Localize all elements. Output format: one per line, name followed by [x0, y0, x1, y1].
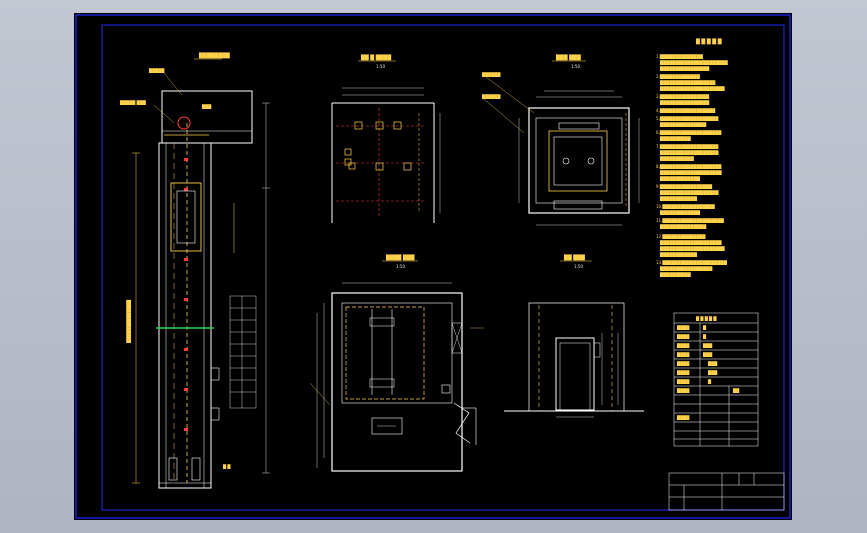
svg-text:████████████: ████████████ [659, 252, 698, 257]
machine-plan-title: ███ ███ [555, 54, 581, 61]
svg-text:█: █ [702, 325, 707, 330]
title-block [668, 472, 785, 511]
notes-title: █ █ █ █ █ [695, 38, 722, 45]
svg-text:████: ████ [676, 352, 690, 357]
svg-text:████: ████ [676, 361, 690, 366]
svg-text:9.█████████████████: 9.█████████████████ [656, 184, 713, 189]
shaft-section-title: ████████ [198, 52, 230, 59]
svg-text:███: ███ [702, 343, 713, 348]
floor-level-table [229, 295, 257, 409]
door-elevation-scale: 1:50 [574, 264, 583, 269]
svg-text:██████████████████: ██████████████████ [659, 80, 716, 85]
svg-text:███████████: ███████████ [659, 156, 695, 161]
svg-text:8.████████████████████: 8.████████████████████ [656, 164, 722, 169]
svg-text:███: ███ [201, 104, 212, 109]
svg-text:7.███████████████████: 7.███████████████████ [656, 144, 719, 149]
svg-text:███: ███ [707, 361, 718, 366]
svg-text:12.██████████████: 12.██████████████ [656, 234, 706, 239]
door-elevation-title: ██ ███ [563, 254, 585, 261]
svg-text:████: ████ [676, 325, 690, 330]
hoistway-plan-scale: 1:50 [396, 264, 405, 269]
svg-text:███████████████: ███████████████ [659, 122, 707, 127]
svg-text:████████████████: ████████████████ [659, 66, 710, 71]
svg-text:13.█████████████████████: 13.█████████████████████ [656, 260, 728, 265]
top-plan-scale: 1:50 [376, 64, 385, 69]
pit-callout: █ █ [222, 464, 231, 469]
svg-text:█████████████████████: █████████████████████ [659, 246, 726, 251]
svg-text:██████████████████████: ██████████████████████ [659, 60, 729, 65]
general-notes: █ █ █ █ █ 1.██████████████ █████████████… [656, 38, 729, 277]
svg-text:█████████████: █████████████ [659, 210, 701, 215]
svg-text:███████████████████: ███████████████████ [659, 190, 719, 195]
svg-text:█ █ █ █ █: █ █ █ █ █ [695, 316, 717, 321]
svg-text:█████████████████: █████████████████ [659, 266, 713, 271]
svg-text:█: █ [702, 334, 707, 339]
svg-text:██████████: ██████████ [659, 136, 692, 141]
svg-text:███: ███ [707, 370, 718, 375]
shaft-section-view: ████████ ██████████████ █████ █████ ███ … [119, 52, 270, 489]
svg-text:██████████: ██████████ [659, 272, 692, 277]
svg-text:████████████████████: ████████████████████ [659, 170, 722, 175]
svg-text:11.████████████████████: 11.████████████████████ [656, 218, 725, 223]
svg-text:██████: ██████ [481, 72, 501, 77]
hoistway-plan-title: ████ ███ [385, 254, 415, 261]
svg-text:███████████████: ███████████████ [659, 224, 707, 229]
controller-callout: █████ ███ [119, 100, 147, 105]
svg-text:██: ██ [732, 388, 740, 393]
svg-text:5.███████████████████: 5.███████████████████ [656, 116, 719, 121]
svg-text:████████████████████: ████████████████████ [659, 240, 722, 245]
svg-text:██████: ██████ [481, 94, 501, 99]
svg-text:███: ███ [702, 352, 713, 357]
svg-text:██████████████: ██████████████ [126, 299, 131, 344]
svg-text:6.████████████████████: 6.████████████████████ [656, 130, 722, 135]
svg-text:████████████████: ████████████████ [659, 100, 710, 105]
svg-text:4.██████████████████: 4.██████████████████ [656, 108, 716, 113]
svg-text:2.█████████████: 2.█████████████ [656, 74, 701, 79]
svg-text:████████████: ████████████ [659, 196, 698, 201]
svg-text:████: ████ [676, 343, 690, 348]
top-plan-view: ██ █ ████ 1:50 [331, 54, 441, 223]
door-elevation-view: ██ ███ 1:50 [504, 254, 644, 418]
svg-text:███████████████████: ███████████████████ [659, 150, 719, 155]
drawing-sheet: ████████ ██████████████ █████ █████ ███ … [74, 13, 792, 520]
cad-drawing: ████████ ██████████████ █████ █████ ███ … [75, 14, 791, 519]
svg-text:████: ████ [676, 370, 690, 375]
svg-text:████: ████ [676, 388, 690, 393]
top-plan-title: ██ █ ████ [360, 54, 391, 61]
svg-text:3.████████████████: 3.████████████████ [656, 94, 710, 99]
svg-text:█: █ [707, 379, 712, 384]
svg-text:████: ████ [676, 415, 690, 420]
svg-text:████: ████ [676, 379, 690, 384]
hoistway-plan-view: ████ ███ 1:50 [309, 254, 484, 472]
machine-callout: █████ [148, 68, 165, 73]
svg-text:████: ████ [676, 334, 690, 339]
svg-text:1.██████████████: 1.██████████████ [656, 54, 704, 59]
svg-text:10.█████████████████: 10.█████████████████ [656, 204, 716, 209]
svg-text:█████████████████████: █████████████████████ [659, 86, 726, 91]
cad-viewport[interactable]: ████████ ██████████████ █████ █████ ███ … [0, 0, 867, 533]
machine-plan-scale: 1:50 [571, 64, 580, 69]
svg-text:█████████████: █████████████ [659, 176, 701, 181]
machine-room-plan-view: ███ ███ 1:50 ██████ ██████ [481, 54, 640, 226]
